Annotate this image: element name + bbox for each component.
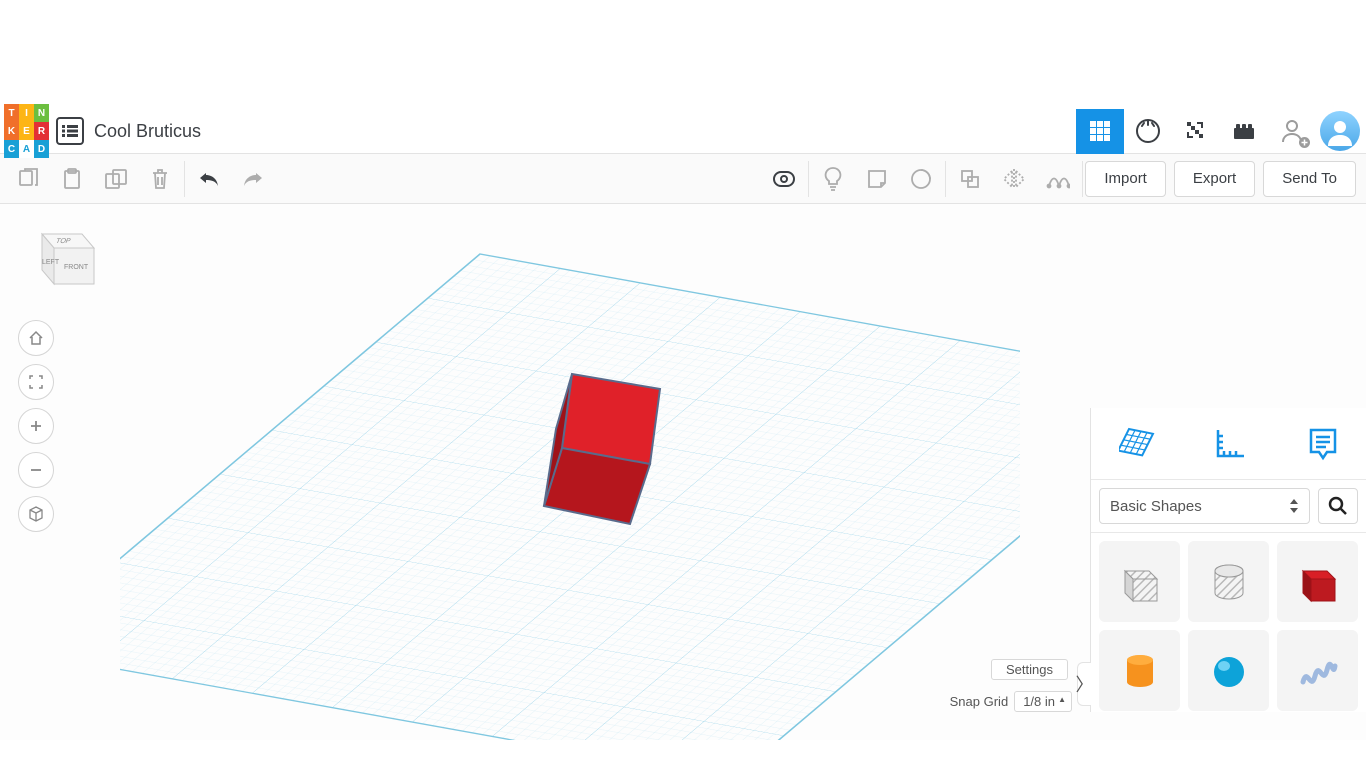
group-icon bbox=[960, 169, 980, 189]
shape-box-hole[interactable] bbox=[1099, 541, 1180, 622]
shape-cylinder[interactable] bbox=[1099, 630, 1180, 711]
3d-workspace[interactable]: TOP LEFT FRONT bbox=[0, 204, 1366, 740]
separator bbox=[808, 161, 809, 197]
browser-chrome-gap bbox=[0, 0, 1366, 109]
panel-tabs bbox=[1091, 408, 1366, 480]
design-list-button[interactable] bbox=[56, 117, 84, 145]
cube-icon bbox=[28, 506, 44, 522]
fit-icon bbox=[29, 375, 43, 389]
zoom-in-button[interactable] bbox=[18, 408, 54, 444]
bulb-icon bbox=[824, 167, 842, 191]
sort-icon bbox=[1289, 499, 1299, 513]
user-avatar[interactable] bbox=[1320, 111, 1360, 151]
copy-icon bbox=[17, 168, 39, 190]
shape-category-select[interactable]: Basic Shapes bbox=[1099, 488, 1310, 524]
send-to-button[interactable]: Send To bbox=[1263, 161, 1356, 197]
snap-grid-value: 1/8 in bbox=[1023, 694, 1055, 709]
duplicate-button[interactable] bbox=[94, 154, 138, 204]
undo-button[interactable] bbox=[187, 154, 231, 204]
mirror-icon bbox=[1001, 169, 1027, 189]
rotate-icon bbox=[909, 168, 933, 190]
note-icon bbox=[866, 168, 888, 190]
workplane[interactable] bbox=[120, 204, 1020, 740]
list-icon bbox=[62, 125, 78, 137]
search-shapes-button[interactable] bbox=[1318, 488, 1358, 524]
mode-bricks-button[interactable] bbox=[1172, 109, 1220, 154]
fit-view-button[interactable] bbox=[18, 364, 54, 400]
home-view-button[interactable] bbox=[18, 320, 54, 356]
invite-collaborator-button[interactable] bbox=[1268, 109, 1316, 154]
snap-grid-control: Snap Grid 1/8 in ▲ bbox=[950, 691, 1072, 712]
tab-notes[interactable] bbox=[1307, 427, 1339, 461]
brick-icon bbox=[1232, 122, 1256, 140]
tab-ruler[interactable] bbox=[1212, 424, 1252, 464]
mode-lego-button[interactable] bbox=[1220, 109, 1268, 154]
shape-grid: TEXT bbox=[1099, 541, 1358, 712]
bottom-gap bbox=[0, 740, 1366, 768]
delete-button[interactable] bbox=[138, 154, 182, 204]
align-icon bbox=[1046, 168, 1070, 190]
paste-button[interactable] bbox=[50, 154, 94, 204]
shape-scribble[interactable] bbox=[1277, 630, 1358, 711]
visibility-icon bbox=[771, 169, 797, 189]
separator bbox=[184, 161, 185, 197]
snap-grid-select[interactable]: 1/8 in ▲ bbox=[1014, 691, 1072, 712]
project-title[interactable]: Cool Bruticus bbox=[94, 121, 201, 142]
separator bbox=[1082, 161, 1083, 197]
viewcube-left-label: LEFT bbox=[42, 259, 60, 266]
avatar-icon bbox=[1325, 116, 1355, 146]
grid-icon bbox=[1088, 119, 1112, 143]
mode-blocks-button[interactable] bbox=[1124, 109, 1172, 154]
show-all-button[interactable] bbox=[762, 154, 806, 204]
undo-icon bbox=[198, 171, 220, 187]
home-icon bbox=[28, 330, 44, 346]
snap-grid-label: Snap Grid bbox=[950, 694, 1009, 709]
shape-cylinder-hole[interactable] bbox=[1188, 541, 1269, 622]
view-nav-controls bbox=[18, 320, 54, 532]
plus-icon bbox=[29, 419, 43, 433]
rotate-view-button[interactable] bbox=[899, 154, 943, 204]
import-button[interactable]: Import bbox=[1085, 161, 1166, 197]
plus-badge-icon bbox=[1299, 137, 1310, 148]
mode-3d-design-button[interactable] bbox=[1076, 109, 1124, 154]
separator bbox=[945, 161, 946, 197]
tab-workplane[interactable] bbox=[1119, 425, 1157, 463]
ortho-view-button[interactable] bbox=[18, 496, 54, 532]
align-button[interactable] bbox=[1036, 154, 1080, 204]
ruler-icon bbox=[1212, 424, 1252, 464]
pickaxe-icon bbox=[1184, 119, 1208, 143]
panel-collapse-handle[interactable]: 〉 bbox=[1077, 662, 1091, 706]
caret-up-icon: ▲ bbox=[1058, 695, 1066, 704]
view-cube[interactable]: TOP LEFT FRONT bbox=[20, 214, 104, 294]
group-button[interactable] bbox=[948, 154, 992, 204]
export-button[interactable]: Export bbox=[1174, 161, 1255, 197]
bulb-button[interactable] bbox=[811, 154, 855, 204]
viewcube-front-label: FRONT bbox=[64, 264, 89, 271]
mirror-button[interactable] bbox=[992, 154, 1036, 204]
copy-button[interactable] bbox=[6, 154, 50, 204]
workplane-settings-button[interactable]: Settings bbox=[991, 659, 1068, 680]
redo-icon bbox=[242, 171, 264, 187]
action-toolbar: Import Export Send To bbox=[0, 154, 1366, 204]
app-topbar: TINKERCAD Cool Bruticus bbox=[0, 109, 1366, 154]
tinkercad-logo[interactable]: TINKERCAD bbox=[4, 112, 50, 150]
trash-icon bbox=[150, 168, 170, 190]
duplicate-icon bbox=[104, 168, 128, 190]
paste-icon bbox=[62, 168, 82, 190]
shape-sphere[interactable] bbox=[1188, 630, 1269, 711]
notes-icon bbox=[1307, 427, 1339, 461]
shapes-panel: 〉 Basic Shapes bbox=[1090, 408, 1366, 712]
panel-header: Basic Shapes bbox=[1091, 480, 1366, 533]
search-icon bbox=[1328, 496, 1348, 516]
shape-scroll-area[interactable]: TEXT bbox=[1091, 533, 1366, 712]
zoom-out-button[interactable] bbox=[18, 452, 54, 488]
notes-button[interactable] bbox=[855, 154, 899, 204]
minus-icon bbox=[29, 463, 43, 477]
paw-icon bbox=[1135, 118, 1161, 144]
shape-box[interactable] bbox=[1277, 541, 1358, 622]
toolbar-right-group: Import Export Send To bbox=[1085, 161, 1360, 197]
redo-button[interactable] bbox=[231, 154, 275, 204]
workplane-icon bbox=[1119, 425, 1157, 463]
shape-category-label: Basic Shapes bbox=[1110, 498, 1202, 515]
